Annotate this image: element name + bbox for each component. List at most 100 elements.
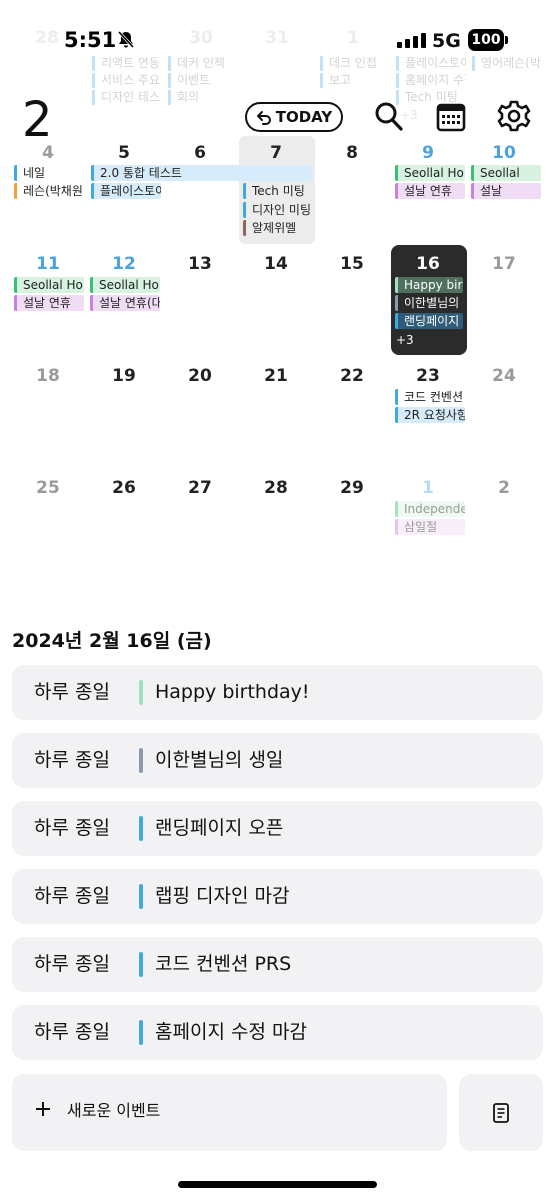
day-cell-4[interactable]: 4 xyxy=(10,143,86,163)
calendar-event[interactable]: 랜딩페이지 오 xyxy=(395,313,463,329)
ghost-event: 보고 xyxy=(320,73,390,88)
signal-strength-icon xyxy=(397,33,426,48)
new-event-button[interactable]: 새로운 이벤트 xyxy=(12,1074,447,1151)
agenda-item-title: 랩핑 디자인 마감 xyxy=(155,885,290,907)
day-cell-26[interactable]: 26 xyxy=(86,478,162,498)
undo-arrow-icon xyxy=(256,111,271,125)
today-button[interactable]: TODAY xyxy=(245,102,343,132)
agenda-item[interactable]: 하루 종일 홈페이지 수정 마감 xyxy=(12,1005,543,1060)
day-cell-8[interactable]: 8 xyxy=(314,143,390,163)
agenda-item[interactable]: 하루 종일 랩핑 디자인 마감 xyxy=(12,869,543,924)
event-color-stripe xyxy=(139,680,143,705)
event-color-stripe xyxy=(139,748,143,773)
agenda-item[interactable]: 하루 종일 Happy birthday! xyxy=(12,665,543,720)
day-cell-7[interactable]: 7 xyxy=(238,143,314,163)
day-cell-23[interactable]: 23 xyxy=(390,366,466,386)
agenda-item-time: 하루 종일 xyxy=(34,1021,110,1043)
calendar-event[interactable]: Happy bir xyxy=(395,277,463,293)
day-cell-2[interactable]: 2 xyxy=(466,478,542,498)
day-cell-15[interactable]: 15 xyxy=(314,254,390,274)
ghost-event: 영어레슨(박 xyxy=(472,56,542,71)
calendar-event[interactable]: 설날 xyxy=(471,183,541,199)
agenda-item-time: 하루 종일 xyxy=(34,817,110,839)
search-icon[interactable] xyxy=(373,99,405,137)
ghost-day-28: 28 xyxy=(35,28,59,48)
day-cell-25[interactable]: 25 xyxy=(10,478,86,498)
day-cell-6[interactable]: 6 xyxy=(162,143,238,163)
calendar-event[interactable]: 2R 요청사항 xyxy=(395,407,465,423)
day-cell-9[interactable]: 9 xyxy=(390,143,466,163)
ghost-event: 회의 xyxy=(168,90,238,105)
event-color-stripe xyxy=(139,816,143,841)
ghost-event: 서비스 주요 xyxy=(92,73,162,88)
day-cell-20[interactable]: 20 xyxy=(162,366,238,386)
day-cell-28[interactable]: 28 xyxy=(238,478,314,498)
agenda-item-title: 이한별님의 생일 xyxy=(155,749,284,771)
agenda-item[interactable]: 하루 종일 랜딩페이지 오픈 xyxy=(12,801,543,856)
day-cell-24[interactable]: 24 xyxy=(466,366,542,386)
calendar-event[interactable]: Seollal xyxy=(471,165,541,181)
ghost-event: 이벤트 xyxy=(168,73,238,88)
calendar-event[interactable]: Seollal Ho xyxy=(395,165,465,181)
calendar-event[interactable]: 설날 연휴(대 xyxy=(90,295,160,311)
agenda-item[interactable]: 하루 종일 코드 컨벤션 PRS xyxy=(12,937,543,992)
day-cell-19[interactable]: 19 xyxy=(86,366,162,386)
day-cell-29[interactable]: 29 xyxy=(314,478,390,498)
calendar-event[interactable]: Seollal Ho xyxy=(14,277,84,293)
memo-button[interactable] xyxy=(459,1074,543,1151)
ghost-event: 홈페이지 수정 xyxy=(396,73,466,88)
day-cell-14[interactable]: 14 xyxy=(238,254,314,274)
calendar-event[interactable]: 삼일절 xyxy=(395,519,465,535)
day-cell-22[interactable]: 22 xyxy=(314,366,390,386)
calendar-event[interactable]: 코드 컨벤션 xyxy=(395,389,465,405)
calendar-event[interactable]: Independe xyxy=(395,501,465,517)
gear-icon[interactable] xyxy=(497,99,531,137)
agenda-item[interactable]: 하루 종일 이한별님의 생일 xyxy=(12,733,543,788)
memo-icon xyxy=(493,1102,509,1123)
calendar-event[interactable]: 알제위멜 xyxy=(243,220,313,236)
agenda-item-title: 랜딩페이지 오픈 xyxy=(155,817,284,839)
calendar-event[interactable]: 네일 xyxy=(14,165,84,181)
bell-off-icon xyxy=(116,30,136,54)
plus-icon xyxy=(34,1096,52,1124)
calendar-event[interactable]: Seollal Ho xyxy=(90,277,160,293)
calendar-event[interactable]: 설날 연휴 xyxy=(14,295,84,311)
day-cell-17[interactable]: 17 xyxy=(466,254,542,274)
day-cell-5[interactable]: 5 xyxy=(86,143,162,163)
day-cell-18[interactable]: 18 xyxy=(10,366,86,386)
agenda-item-title: 홈페이지 수정 마감 xyxy=(155,1021,307,1043)
calendar-event[interactable]: 이한별님의 생 xyxy=(395,295,463,311)
new-event-label: 새로운 이벤트 xyxy=(67,1101,161,1120)
ghost-event: 데크 인접 xyxy=(320,56,390,71)
event-color-stripe xyxy=(139,884,143,909)
calendar-event[interactable]: 레슨(박채원 xyxy=(14,183,84,199)
battery-icon: 100 xyxy=(468,29,504,51)
network-type: 5G xyxy=(432,30,461,52)
agenda-item-title: Happy birthday! xyxy=(155,681,310,703)
calendar-event-span[interactable]: 2.0 통합 테스트 xyxy=(91,165,313,181)
calendar-event[interactable]: 설날 연휴 xyxy=(395,183,465,199)
home-indicator[interactable] xyxy=(178,1181,377,1188)
day-cell-27[interactable]: 27 xyxy=(162,478,238,498)
day-cell-13[interactable]: 13 xyxy=(162,254,238,274)
day-cell-1[interactable]: 1 xyxy=(390,478,466,498)
today-label: TODAY xyxy=(275,108,333,126)
agenda-item-time: 하루 종일 xyxy=(34,749,110,771)
day-cell-10[interactable]: 10 xyxy=(466,143,542,163)
calendar-event[interactable]: Tech 미팅 xyxy=(243,183,313,199)
event-color-stripe xyxy=(139,1020,143,1045)
calendar-event[interactable]: 플레이스토어 xyxy=(91,183,161,199)
day-cell-11[interactable]: 11 xyxy=(10,254,86,274)
event-color-stripe xyxy=(139,952,143,977)
ghost-day-31: 31 xyxy=(265,28,289,48)
day-cell-12[interactable]: 12 xyxy=(86,254,162,274)
ghost-day-30: 30 xyxy=(189,28,213,48)
agenda-item-time: 하루 종일 xyxy=(34,681,110,703)
calendar-event[interactable]: 디자인 미팅 xyxy=(243,202,313,218)
calendar-grid-icon[interactable] xyxy=(436,99,466,137)
more-events-count[interactable]: +3 xyxy=(396,332,456,348)
day-cell-21[interactable]: 21 xyxy=(238,366,314,386)
current-month[interactable]: 2 xyxy=(22,92,53,148)
agenda-item-time: 하루 종일 xyxy=(34,953,110,975)
day-cell-16[interactable]: 16 xyxy=(390,254,466,274)
